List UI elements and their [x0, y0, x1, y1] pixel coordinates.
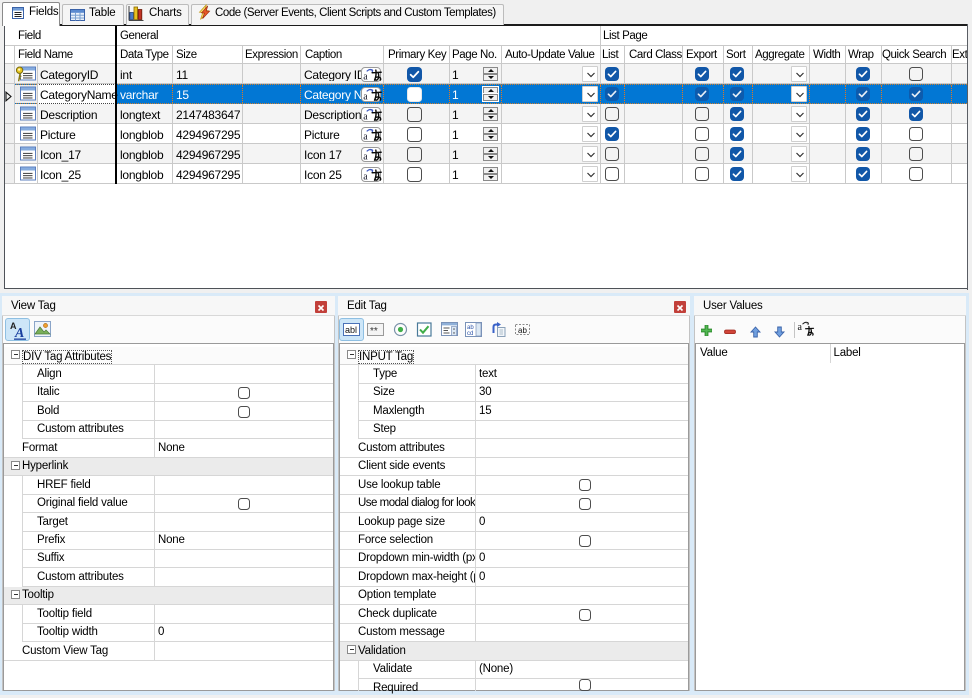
svg-text:cd: cd: [467, 331, 473, 337]
svg-text:a: a: [363, 131, 368, 142]
svg-text:a: a: [798, 322, 803, 333]
svg-text:abl: abl: [345, 325, 357, 335]
svg-text:a: a: [363, 111, 368, 122]
svg-text:a: a: [363, 171, 368, 182]
svg-text:a: a: [363, 91, 368, 102]
svg-text:**: **: [370, 326, 378, 337]
svg-text:a: a: [363, 151, 368, 162]
svg-text:ab: ab: [518, 326, 527, 335]
svg-text:a: a: [363, 71, 368, 82]
